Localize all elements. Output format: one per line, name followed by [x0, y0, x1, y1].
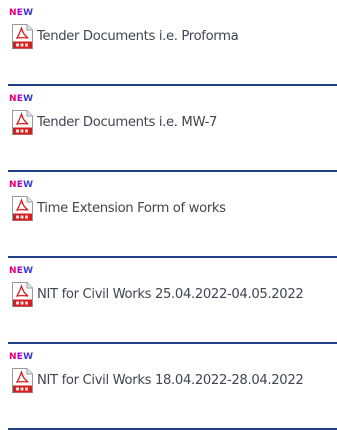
pdf-icon: [11, 368, 34, 393]
pdf-icon: [11, 196, 34, 221]
list-item: NEW Time Extension Form of works: [0, 172, 337, 258]
document-list: NEW Tender Documents i.e. Proforma NEW Tend…: [0, 0, 337, 430]
document-link[interactable]: Tender Documents i.e. Proforma: [11, 24, 239, 49]
document-title: Time Extension Form of works: [37, 201, 226, 216]
document-title: Tender Documents i.e. Proforma: [37, 29, 239, 44]
document-link[interactable]: NIT for Civil Works 18.04.2022-28.04.202…: [11, 368, 304, 393]
new-badge: NEW: [9, 94, 34, 104]
list-item: NEW NIT for Civil Works 25.04.2022-04.05.…: [0, 258, 337, 344]
document-title: NIT for Civil Works 18.04.2022-28.04.202…: [37, 373, 304, 388]
document-link[interactable]: Tender Documents i.e. MW-7: [11, 110, 217, 135]
list-item: NEW NIT for Civil Works 18.04.2022-28.04.…: [0, 344, 337, 430]
document-title: NIT for Civil Works 25.04.2022-04.05.202…: [37, 287, 304, 302]
new-badge: NEW: [9, 180, 34, 190]
pdf-icon: [11, 110, 34, 135]
new-badge: NEW: [9, 352, 34, 362]
pdf-icon: [11, 24, 34, 49]
document-title: Tender Documents i.e. MW-7: [37, 115, 218, 130]
list-item: NEW Tender Documents i.e. MW-7: [0, 86, 337, 172]
document-link[interactable]: Time Extension Form of works: [11, 196, 226, 221]
list-item: NEW Tender Documents i.e. Proforma: [0, 0, 337, 86]
new-badge: NEW: [9, 8, 34, 18]
pdf-icon: [11, 282, 34, 307]
document-link[interactable]: NIT for Civil Works 25.04.2022-04.05.202…: [11, 282, 304, 307]
new-badge: NEW: [9, 266, 34, 276]
